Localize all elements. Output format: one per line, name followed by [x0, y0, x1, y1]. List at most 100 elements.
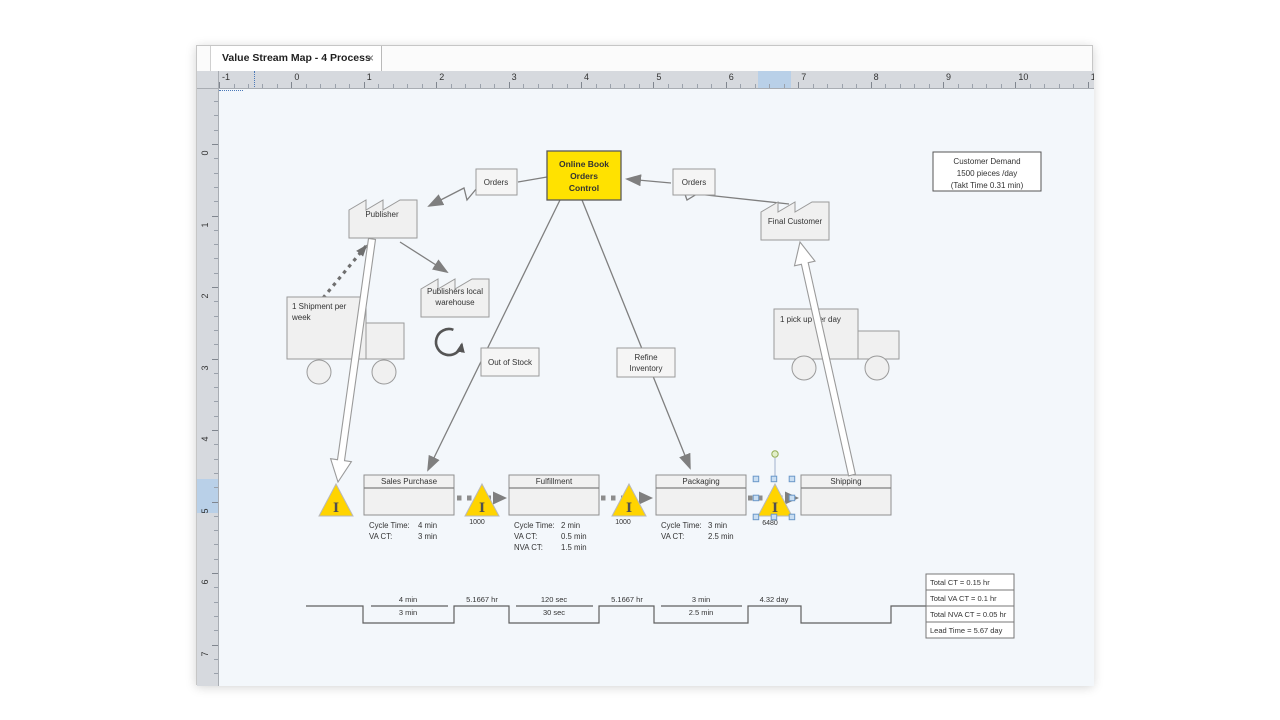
rotation-handle[interactable]: [772, 451, 778, 457]
ruler-tick: [668, 84, 669, 88]
ruler-tick: [320, 84, 321, 88]
ruler-number: 6: [200, 576, 210, 588]
truck-right-label: 1 pick up per day: [780, 315, 841, 324]
ruler-tick: [214, 387, 218, 388]
ruler-number: 6: [729, 72, 734, 82]
connector-orders-to-control[interactable]: [627, 179, 671, 183]
timeline[interactable]: 4 min 3 min 120 sec 30 sec 3 min 2.5 min…: [306, 595, 926, 623]
connector-truck-to-publisher[interactable]: [323, 246, 366, 298]
process-fulfillment[interactable]: Fulfillment Cycle Time: 2 min VA CT: 0.5…: [509, 475, 599, 552]
ruler-tick: [214, 301, 218, 302]
ruler-tick: [523, 84, 524, 88]
ruler-tick: [364, 82, 365, 88]
process-shipping[interactable]: Shipping: [801, 475, 891, 515]
ruler-tick: [212, 216, 218, 217]
connector-control-to-packaging[interactable]: [582, 200, 690, 468]
ruler-tick: [214, 244, 218, 245]
resize-handle[interactable]: [789, 495, 795, 501]
truck-right-pickup[interactable]: 1 pick up per day: [774, 309, 899, 380]
vertical-ruler[interactable]: 01234567: [197, 89, 219, 686]
timeline-wait: 5.1667 hr: [466, 595, 498, 604]
inventory-triangle-1[interactable]: I: [319, 484, 353, 516]
stat-label: Cycle Time:: [661, 521, 702, 530]
connector-control-to-sales-purchase[interactable]: [428, 200, 560, 470]
ruler-tick: [212, 287, 218, 288]
ruler-tick: [972, 84, 973, 88]
stat-label: Cycle Time:: [514, 521, 555, 530]
ruler-tick: [451, 84, 452, 88]
drawing-canvas[interactable]: Publisher Final Customer Publishers loca…: [219, 89, 1094, 686]
process-packaging[interactable]: Packaging Cycle Time: 3 min VA CT: 2.5 m…: [656, 475, 746, 541]
ruler-tick: [711, 84, 712, 88]
resize-handle[interactable]: [753, 495, 759, 501]
inventory-triangle-4-selected[interactable]: I 6480: [758, 484, 792, 527]
ruler-tick: [212, 645, 218, 646]
connector-publisher-to-warehouse[interactable]: [400, 242, 447, 272]
ruler-tick: [393, 84, 394, 88]
stat-label: VA CT:: [514, 532, 537, 541]
ruler-tick: [610, 84, 611, 88]
ruler-tick: [214, 273, 218, 274]
totals-box[interactable]: Total CT = 0.15 hr Total VA CT = 0.1 hr …: [926, 574, 1014, 638]
ruler-tick: [900, 84, 901, 88]
stat-value: 0.5 min: [561, 532, 587, 541]
ruler-tick: [422, 84, 423, 88]
resize-handle[interactable]: [789, 514, 795, 520]
connector-orders-to-publisher[interactable]: [429, 188, 477, 206]
connector-control-to-orders-left[interactable]: [518, 177, 547, 182]
ruler-number: 4: [200, 433, 210, 445]
ruler-tick: [214, 616, 218, 617]
refine-inventory-box[interactable]: Refine Inventory: [617, 348, 675, 377]
ruler-tick: [1044, 84, 1045, 88]
orders-box-right[interactable]: Orders: [673, 169, 715, 195]
ruler-tick: [214, 344, 218, 345]
out-of-stock-label: Out of Stock: [488, 358, 533, 367]
ruler-tick: [740, 84, 741, 88]
out-of-stock-box[interactable]: Out of Stock: [481, 348, 539, 376]
circular-arrow-icon[interactable]: [436, 329, 462, 355]
ruler-tick: [248, 84, 249, 88]
stat-label: VA CT:: [369, 532, 392, 541]
ruler-number: 8: [874, 72, 879, 82]
customer-demand-box[interactable]: Customer Demand 1500 pieces /day (Takt T…: [933, 152, 1041, 191]
orders-left-label: Orders: [484, 178, 508, 187]
inventory-triangle-3[interactable]: I 1000: [612, 484, 646, 526]
truck-wheel: [372, 360, 396, 384]
ruler-number: 0: [200, 147, 210, 159]
ruler-tick: [214, 444, 218, 445]
ruler-tick: [212, 573, 218, 574]
inventory-triangle-2[interactable]: I 1000: [465, 484, 499, 526]
stat-label: NVA CT:: [514, 543, 543, 552]
truck-left-shipment[interactable]: 1 Shipment per week: [287, 297, 404, 384]
resize-handle[interactable]: [753, 476, 759, 482]
push-arrow-2-head: [639, 492, 653, 505]
resize-handle[interactable]: [771, 476, 777, 482]
ruler-tick: [682, 84, 683, 88]
ruler-tick: [798, 82, 799, 88]
horizontal-ruler[interactable]: -101234567891011: [219, 71, 1094, 89]
ruler-tick: [214, 401, 218, 402]
tab-value-stream-map[interactable]: Value Stream Map - 4 Process ×: [210, 46, 382, 71]
process-title: Fulfillment: [536, 477, 573, 486]
ruler-tick: [639, 84, 640, 88]
shipment-arrow-publisher-to-inventory[interactable]: [331, 239, 376, 483]
ruler-tick: [986, 84, 987, 88]
ruler-tick: [784, 84, 785, 88]
control-box[interactable]: Online Book Orders Control: [547, 151, 621, 200]
publisher-factory[interactable]: Publisher: [349, 200, 417, 238]
ruler-number: 5: [656, 72, 661, 82]
ruler-tick: [214, 173, 218, 174]
warehouse-factory[interactable]: Publishers local warehouse: [421, 279, 489, 317]
tab-close-icon[interactable]: ×: [367, 46, 374, 70]
timeline-wait: 5.1667 hr: [611, 595, 643, 604]
resize-handle[interactable]: [789, 476, 795, 482]
final-customer-factory[interactable]: Final Customer: [761, 202, 829, 240]
resize-handle[interactable]: [753, 514, 759, 520]
orders-box-left[interactable]: Orders: [476, 169, 517, 195]
ruler-tick: [214, 373, 218, 374]
process-title: Shipping: [830, 477, 861, 486]
process-sales-purchase[interactable]: Sales Purchase Cycle Time: 4 min VA CT: …: [364, 475, 454, 541]
resize-handle[interactable]: [771, 514, 777, 520]
ruler-tick: [234, 84, 235, 88]
push-arrow-1-head: [493, 492, 507, 505]
